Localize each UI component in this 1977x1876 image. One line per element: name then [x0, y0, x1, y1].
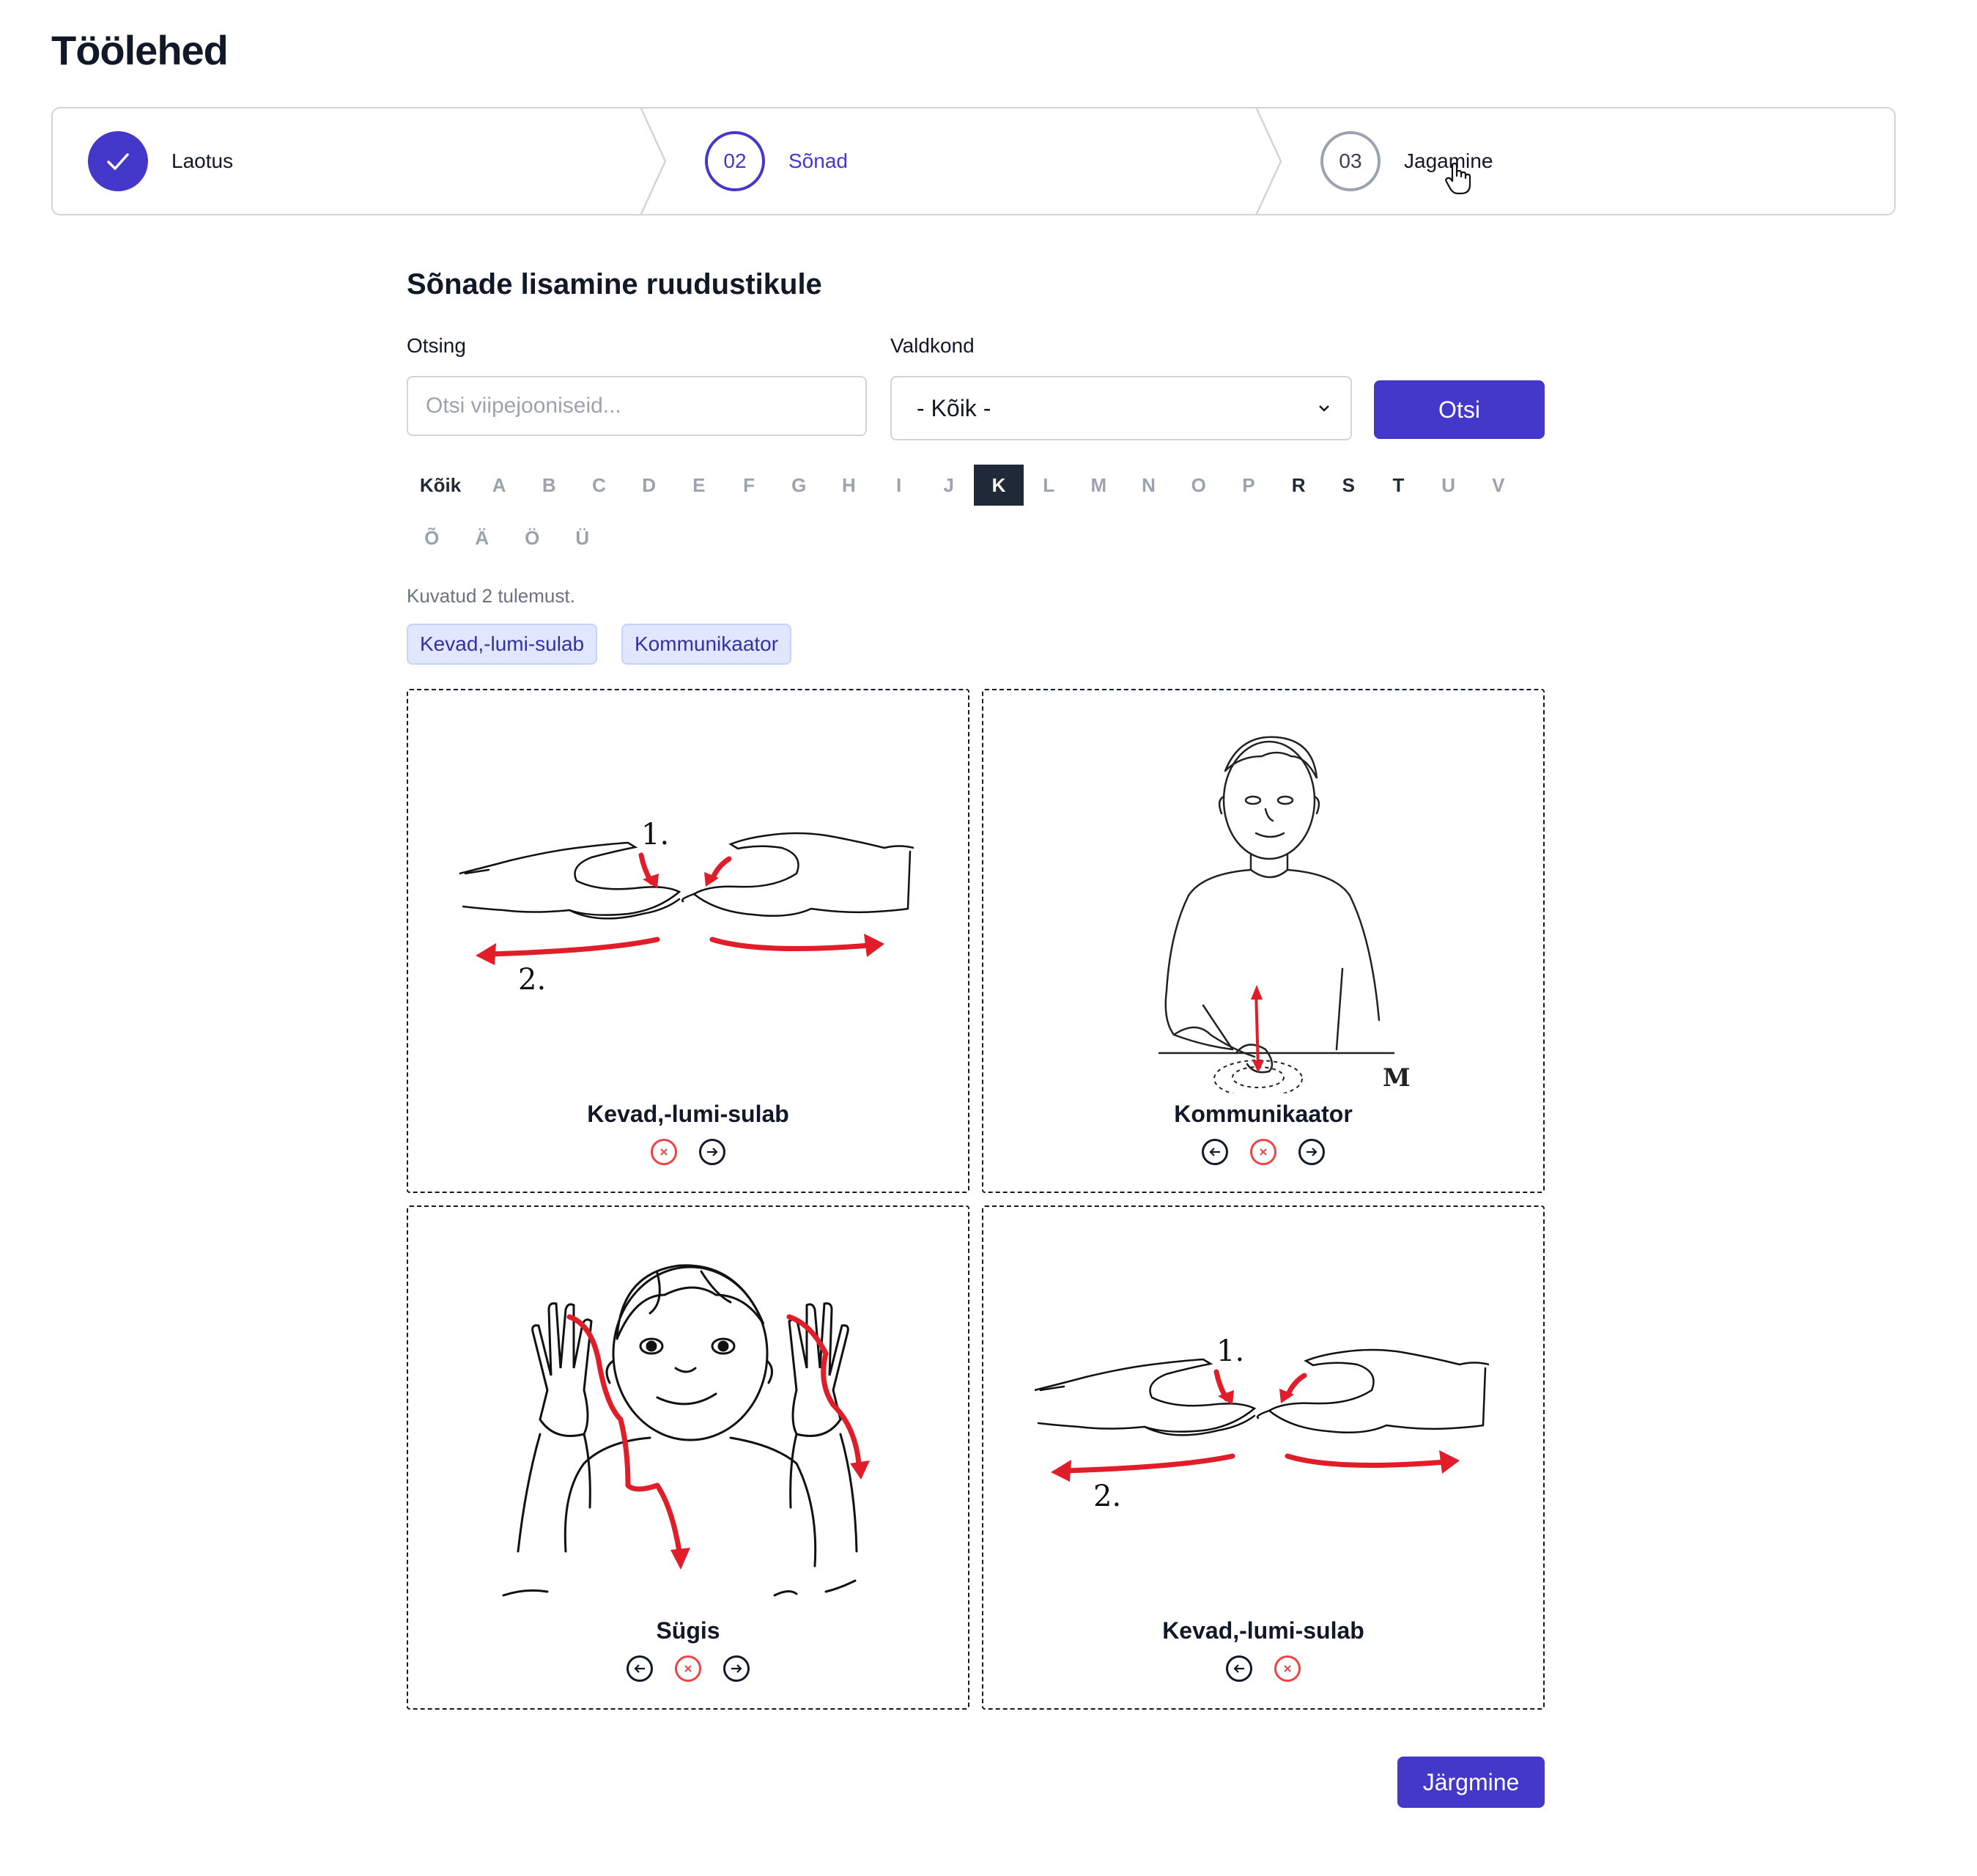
spring-snow-melts-sign-image: 1. 2.	[459, 818, 914, 997]
close-icon	[1284, 1665, 1291, 1672]
letter-filter-ä[interactable]: Ä	[457, 517, 508, 558]
letter-filter-i[interactable]: I	[874, 465, 924, 506]
letter-filter-k[interactable]: K	[973, 465, 1024, 506]
card-label: Sügis	[656, 1617, 720, 1644]
letter-filter-f[interactable]: F	[724, 465, 774, 506]
letter-filter-j[interactable]: J	[924, 465, 974, 506]
remove-button[interactable]	[651, 1139, 677, 1165]
step-number: 02	[705, 131, 765, 191]
step-jagamine[interactable]: 03 Jagamine	[1320, 108, 1493, 214]
arrow-right-icon	[707, 1148, 718, 1156]
letter-filter-o[interactable]: O	[1174, 465, 1224, 506]
section-title: Sõnade lisamine ruudustikule	[407, 268, 822, 300]
step-divider	[1254, 107, 1282, 215]
letter-filter-ö[interactable]: Ö	[507, 517, 558, 558]
step-divider	[639, 107, 667, 215]
step-laotus[interactable]: Laotus	[88, 108, 233, 214]
card-actions	[408, 1655, 968, 1682]
grid-card[interactable]: 1. 2. Kevad,-lumi-sulab	[407, 689, 969, 1193]
letter-filter-p[interactable]: P	[1224, 465, 1274, 506]
card-actions	[983, 1139, 1543, 1165]
category-select[interactable]: - Kõik -	[890, 376, 1352, 440]
letter-filter-h[interactable]: H	[824, 465, 873, 506]
arrow-right-icon	[731, 1664, 742, 1673]
svg-text:2.: 2.	[1093, 1480, 1121, 1513]
page-title: Töölehed	[51, 27, 229, 73]
letter-filter-g[interactable]: G	[774, 465, 824, 506]
close-icon	[1260, 1148, 1267, 1156]
communicator-sign-image: M	[1158, 736, 1411, 1093]
letter-filter-c[interactable]: C	[574, 465, 624, 506]
step-label: Laotus	[171, 149, 234, 172]
step-number: 03	[1320, 131, 1381, 191]
letter-filter-ü[interactable]: Ü	[558, 517, 608, 558]
hand-pointer-icon	[1445, 163, 1471, 195]
svg-text:1.: 1.	[641, 818, 669, 852]
letter-filter-row: Kõik A B C D E F G H I J K L M N O P R S T U V	[407, 465, 1523, 506]
grid-card[interactable]: Sügis	[407, 1205, 969, 1710]
letter-filter-t[interactable]: T	[1373, 465, 1423, 506]
move-left-button[interactable]	[1202, 1139, 1228, 1165]
move-left-button[interactable]	[627, 1655, 653, 1682]
remove-button[interactable]	[675, 1655, 701, 1682]
letter-filter-õ[interactable]: Õ	[407, 517, 457, 558]
letter-filter-d[interactable]: D	[624, 465, 674, 506]
arrow-left-icon	[634, 1664, 645, 1673]
check-icon	[88, 131, 148, 191]
next-button[interactable]: Järgmine	[1397, 1757, 1545, 1808]
move-right-button[interactable]	[1298, 1139, 1325, 1165]
card-label: Kevad,-lumi-sulab	[1162, 1617, 1364, 1644]
result-count: Kuvatud 2 tulemust.	[407, 585, 575, 607]
close-icon	[660, 1148, 668, 1156]
letter-filter-e[interactable]: E	[674, 465, 724, 506]
svg-text:1.: 1.	[1216, 1334, 1244, 1368]
card-actions	[983, 1655, 1543, 1682]
letter-filter-s[interactable]: S	[1323, 465, 1373, 506]
search-input[interactable]	[407, 376, 867, 436]
progress-stepper: Laotus 02 Sõnad 03 Jagamine	[51, 107, 1896, 215]
grid-card[interactable]: M Kommunikaator	[982, 689, 1545, 1193]
remove-button[interactable]	[1274, 1655, 1301, 1682]
step-sonad[interactable]: 02 Sõnad	[705, 108, 848, 214]
step-label: Sõnad	[788, 149, 848, 172]
letter-filter-l[interactable]: L	[1024, 465, 1074, 506]
arrow-left-icon	[1233, 1664, 1244, 1673]
letter-filter-r[interactable]: R	[1274, 465, 1323, 506]
result-chip[interactable]: Kevad,-lumi-sulab	[407, 624, 598, 665]
card-label: Kevad,-lumi-sulab	[587, 1101, 789, 1127]
chevron-down-icon	[1319, 405, 1329, 412]
letter-filter-v[interactable]: V	[1474, 465, 1523, 506]
card-label: Kommunikaator	[1174, 1101, 1353, 1127]
grid-card[interactable]: 1. 2. Kevad,-lumi-sulab	[982, 1205, 1545, 1710]
close-icon	[684, 1665, 692, 1672]
move-right-button[interactable]	[699, 1139, 725, 1165]
category-selected-value: - Kõik -	[917, 394, 991, 421]
search-button[interactable]: Otsi	[1374, 380, 1545, 439]
svg-text:2.: 2.	[518, 963, 546, 997]
autumn-sign-image	[502, 1264, 870, 1597]
category-label: Valdkond	[890, 334, 975, 357]
letter-filter-all[interactable]: Kõik	[407, 465, 474, 506]
svg-text:M: M	[1383, 1063, 1411, 1093]
letter-filter-a[interactable]: A	[474, 465, 524, 506]
card-actions	[408, 1139, 968, 1165]
letter-filter-row: ÕÄÖÜ	[407, 517, 607, 558]
letter-filter-n[interactable]: N	[1123, 465, 1173, 506]
spring-snow-melts-sign-image: 1. 2.	[1035, 1334, 1489, 1513]
arrow-right-icon	[1307, 1148, 1318, 1156]
arrow-left-icon	[1209, 1148, 1220, 1156]
letter-filter-m[interactable]: M	[1074, 465, 1123, 506]
result-chip[interactable]: Kommunikaator	[621, 624, 792, 665]
move-left-button[interactable]	[1226, 1655, 1252, 1682]
letter-filter-b[interactable]: B	[524, 465, 574, 506]
move-right-button[interactable]	[723, 1655, 750, 1682]
letter-filter-u[interactable]: U	[1424, 465, 1474, 506]
remove-button[interactable]	[1250, 1139, 1276, 1165]
search-label: Otsing	[407, 334, 466, 357]
